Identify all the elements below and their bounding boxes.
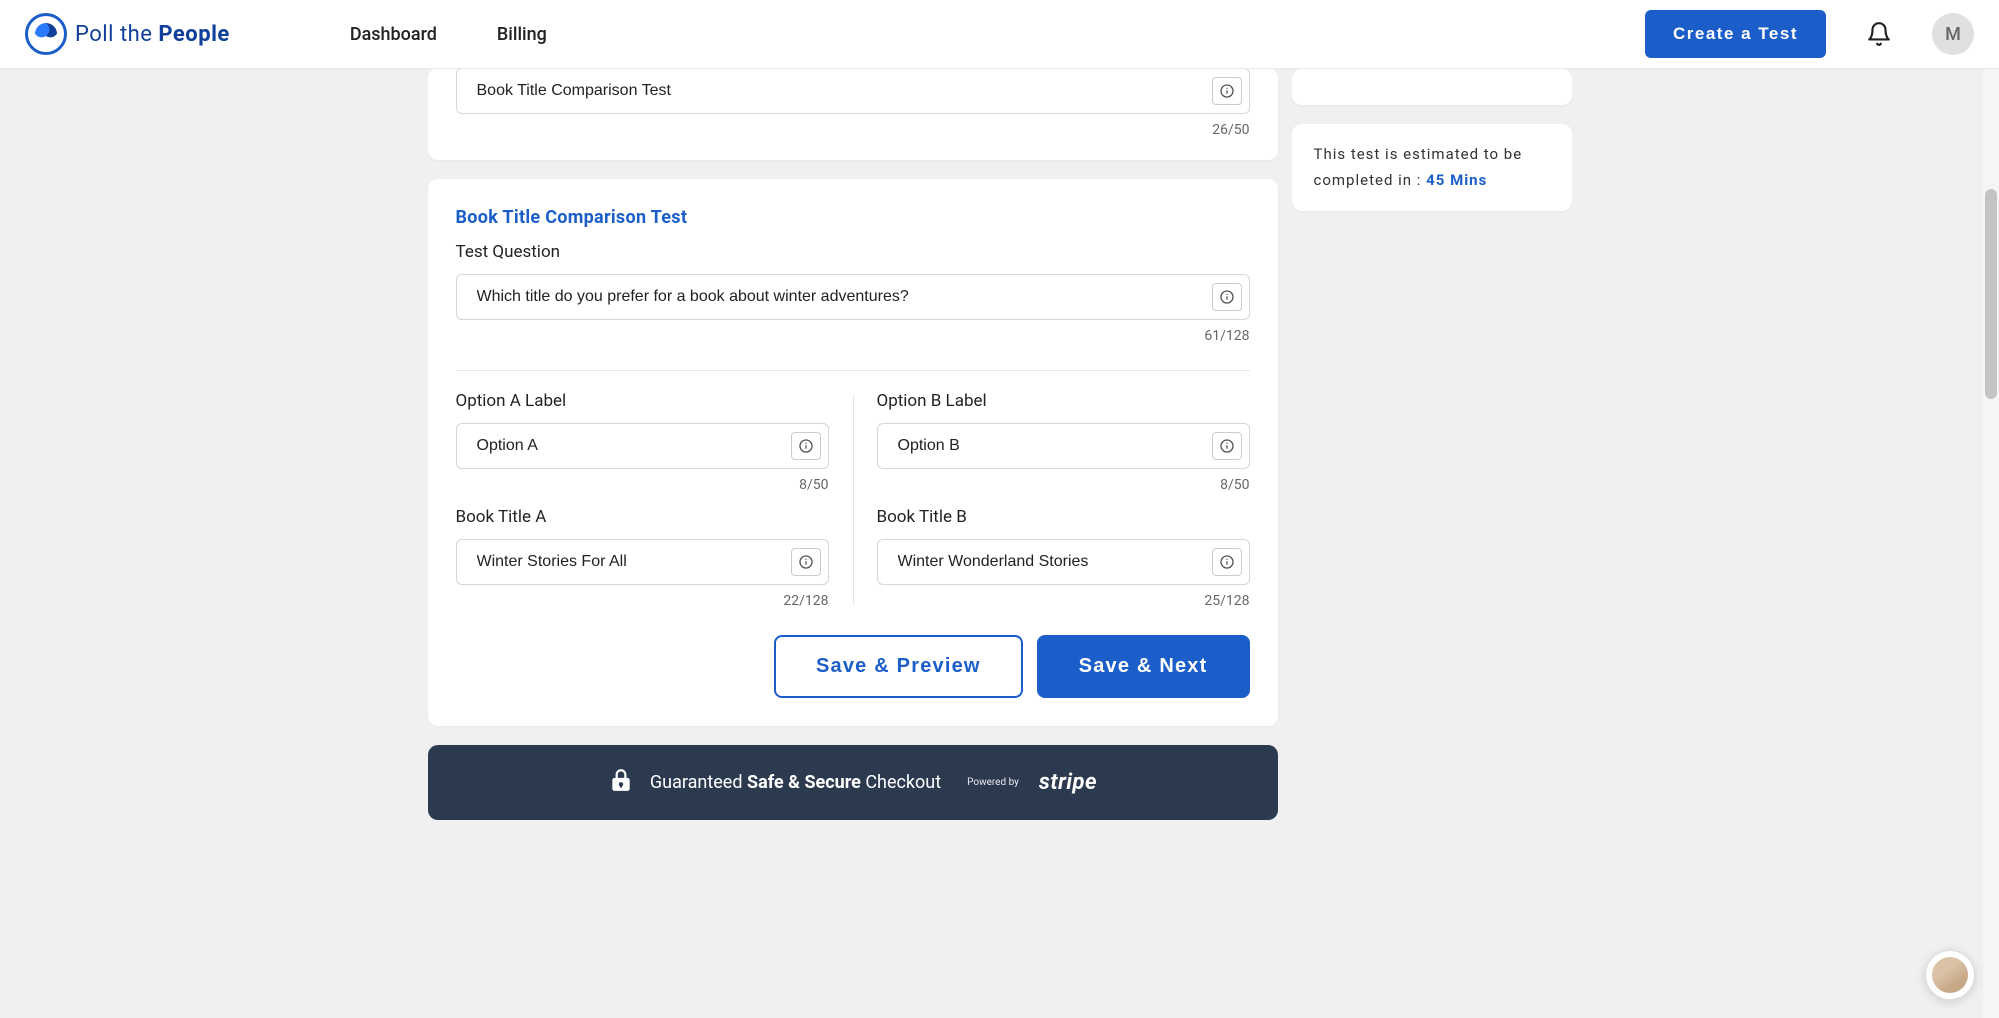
app-header: Poll the People Dashboard Billing Create… — [0, 0, 1999, 69]
lock-icon — [608, 767, 634, 798]
powered-by-label: Powered by — [967, 777, 1019, 788]
info-icon[interactable] — [1212, 283, 1242, 311]
book-title-a-input-wrap — [456, 539, 829, 585]
option-b-label-input[interactable] — [877, 423, 1250, 469]
brand-logo[interactable]: Poll the People — [25, 13, 230, 55]
eta-time: 45 Mins — [1426, 171, 1487, 189]
primary-nav: Dashboard Billing — [350, 24, 547, 45]
option-a-column: Option A Label 8/50 Book Title A — [456, 391, 829, 609]
secure-text: Guaranteed Safe & Secure Checkout — [650, 772, 941, 793]
test-title-counter: 26/50 — [456, 122, 1250, 138]
info-icon[interactable] — [791, 432, 821, 460]
secure-text-post: Checkout — [861, 772, 941, 793]
scrollbar-thumb[interactable] — [1985, 189, 1997, 399]
brand-text-bold: People — [158, 22, 229, 47]
secure-text-bold: Safe & Secure — [747, 772, 861, 793]
question-card-title: Book Title Comparison Test — [456, 207, 1250, 228]
test-question-input[interactable] — [456, 274, 1250, 320]
section-divider — [456, 370, 1250, 371]
test-question-counter: 61/128 — [456, 328, 1250, 344]
option-b-column: Option B Label 8/50 Book Title B — [877, 391, 1250, 609]
test-title-input-wrap — [456, 68, 1250, 114]
test-title-field-row: 26/50 — [456, 68, 1250, 138]
nav-dashboard[interactable]: Dashboard — [350, 24, 437, 45]
info-icon[interactable] — [1212, 77, 1242, 105]
info-icon[interactable] — [1212, 548, 1242, 576]
book-title-b-label: Book Title B — [877, 507, 1250, 527]
stripe-logo: stripe — [1039, 770, 1097, 795]
option-b-label-counter: 8/50 — [877, 477, 1250, 493]
side-column: This test is estimated to be completed i… — [1292, 69, 1572, 230]
brand-logo-icon — [25, 13, 67, 55]
user-avatar[interactable]: M — [1932, 13, 1974, 55]
test-question-label: Test Question — [456, 242, 1250, 262]
brand-logo-text: Poll the People — [75, 22, 230, 47]
scrollbar[interactable] — [1983, 69, 1999, 1018]
save-preview-button[interactable]: Save & Preview — [774, 635, 1023, 698]
nav-billing[interactable]: Billing — [497, 24, 547, 45]
book-title-b-input[interactable] — [877, 539, 1250, 585]
question-card: Book Title Comparison Test Test Question… — [428, 179, 1278, 726]
support-chat-button[interactable] — [1925, 950, 1975, 1000]
eta-lead-text: This test is estimated to be completed i… — [1314, 145, 1523, 189]
page-body: 26/50 Book Title Comparison Test Test Qu… — [0, 69, 1999, 870]
header-actions: Create a Test M — [1645, 10, 1974, 58]
option-a-label-input-wrap — [456, 423, 829, 469]
book-title-b-input-wrap — [877, 539, 1250, 585]
info-icon[interactable] — [791, 548, 821, 576]
main-column: 26/50 Book Title Comparison Test Test Qu… — [428, 69, 1278, 820]
book-title-b-counter: 25/128 — [877, 593, 1250, 609]
book-title-a-input[interactable] — [456, 539, 829, 585]
option-a-label-title: Option A Label — [456, 391, 829, 411]
option-b-label-title: Option B Label — [877, 391, 1250, 411]
book-title-a-counter: 22/128 — [456, 593, 829, 609]
secure-checkout-banner: Guaranteed Safe & Secure Checkout Powere… — [428, 745, 1278, 820]
form-actions: Save & Preview Save & Next — [456, 635, 1250, 698]
eta-card: This test is estimated to be completed i… — [1292, 124, 1572, 211]
test-title-input[interactable] — [456, 68, 1250, 114]
book-title-a-label: Book Title A — [456, 507, 829, 527]
option-a-label-input[interactable] — [456, 423, 829, 469]
side-card-placeholder — [1292, 69, 1572, 105]
info-icon[interactable] — [1212, 432, 1242, 460]
save-next-button[interactable]: Save & Next — [1037, 635, 1250, 698]
option-a-label-counter: 8/50 — [456, 477, 829, 493]
create-test-button[interactable]: Create a Test — [1645, 10, 1826, 58]
brand-text-light: Poll the — [75, 22, 158, 47]
test-title-card: 26/50 — [428, 68, 1278, 160]
options-row: Option A Label 8/50 Book Title A — [456, 391, 1250, 609]
secure-text-pre: Guaranteed — [650, 772, 747, 793]
support-avatar-icon — [1932, 957, 1968, 993]
option-b-label-input-wrap — [877, 423, 1250, 469]
notifications-icon[interactable] — [1866, 21, 1892, 47]
test-question-input-wrap — [456, 274, 1250, 320]
